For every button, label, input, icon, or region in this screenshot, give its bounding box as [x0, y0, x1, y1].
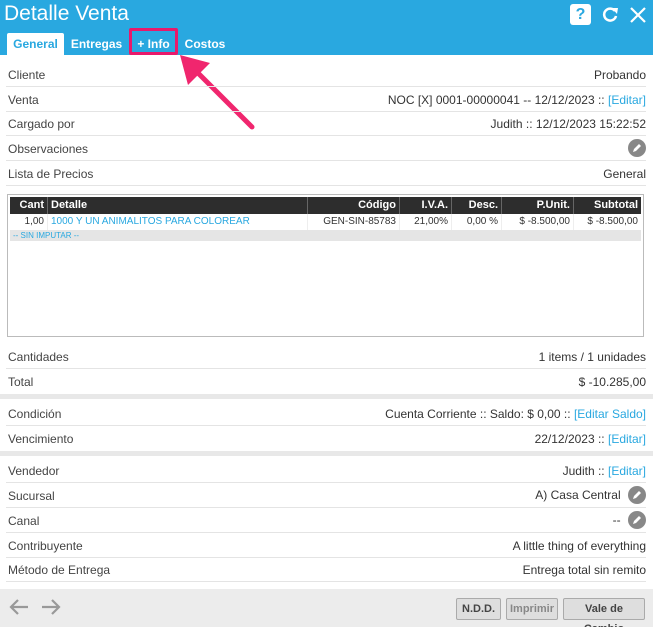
cantidades-value: 1 items / 1 unidades — [538, 350, 646, 364]
metodo-label: Método de Entrega — [8, 563, 111, 577]
observaciones-value — [624, 139, 646, 157]
vencimiento-text: 22/12/2023 :: — [534, 432, 605, 446]
header-desc: Desc. — [452, 197, 502, 214]
row-cargado: Cargado por Judith :: 12/12/2023 15:22:5… — [6, 111, 646, 136]
row-cantidades: Cantidades 1 items / 1 unidades — [6, 344, 646, 369]
contribuyente-label: Contribuyente — [8, 539, 83, 553]
arrow-left-icon[interactable] — [8, 597, 30, 617]
pencil-icon[interactable] — [628, 139, 646, 157]
row-condicion: Condición Cuenta Corriente :: Saldo: $ 0… — [6, 401, 646, 426]
condicion-value: Cuenta Corriente :: Saldo: $ 0,00 :: [Ed… — [385, 407, 646, 421]
header-cant: Cant — [10, 197, 48, 214]
items-table: Cant Detalle Código I.V.A. Desc. P.Unit.… — [7, 194, 644, 337]
venta-value: NOC [X] 0001-00000041 -- 12/12/2023 :: [… — [388, 93, 646, 107]
total-label: Total — [8, 375, 34, 389]
row-total: Total $ -10.285,00 — [6, 369, 646, 394]
observaciones-label: Observaciones — [8, 142, 89, 156]
header-punit: P.Unit. — [502, 197, 574, 214]
tab-entregas[interactable]: Entregas — [68, 33, 125, 55]
pencil-icon[interactable] — [628, 511, 646, 529]
editar-saldo-link[interactable]: [Editar Saldo] — [574, 407, 646, 421]
metodo-value: Entrega total sin remito — [522, 563, 646, 577]
close-icon[interactable] — [627, 4, 648, 25]
canal-value: -- — [613, 511, 646, 529]
row-venta: Venta NOC [X] 0001-00000041 -- 12/12/202… — [6, 87, 646, 112]
pencil-icon[interactable] — [628, 486, 646, 504]
header-iva: I.V.A. — [400, 197, 452, 214]
tab-general[interactable]: General — [7, 33, 64, 55]
row-vendedor: Vendedor Judith :: [Editar] — [6, 458, 646, 483]
tab-bar: General Entregas + Info Costos — [0, 30, 653, 55]
vendedor-text: Judith :: — [562, 464, 605, 478]
cargado-value: Judith :: 12/12/2023 15:22:52 — [490, 117, 646, 131]
venta-edit-link[interactable]: [Editar] — [608, 93, 646, 107]
header-codigo: Código — [308, 197, 400, 214]
footer-bar: N.D.D. Imprimir Vale de Cambio — [0, 589, 653, 627]
lista-value: General — [603, 167, 646, 181]
venta-label: Venta — [8, 93, 39, 107]
cliente-link[interactable]: Probando — [594, 68, 646, 82]
vencimiento-label: Vencimiento — [8, 432, 74, 446]
help-icon[interactable]: ? — [570, 4, 591, 25]
row-lista: Lista de Precios General — [6, 161, 646, 186]
cell-punit: $ -8.500,00 — [502, 214, 574, 230]
tab-costos[interactable]: Costos — [180, 33, 230, 55]
sucursal-text: A) Casa Central — [535, 488, 621, 502]
vendedor-edit-link[interactable]: [Editar] — [608, 464, 646, 478]
window-titlebar: Detalle Venta ? — [0, 0, 653, 30]
vencimiento-value: 22/12/2023 :: [Editar] — [535, 432, 646, 446]
imprimir-button[interactable]: Imprimir — [506, 598, 558, 620]
vendedor-label: Vendedor — [8, 464, 60, 478]
arrow-right-icon[interactable] — [40, 597, 62, 617]
row-cliente: Cliente Probando — [6, 62, 646, 87]
tab-info-highlight — [129, 28, 178, 55]
cell-detalle[interactable]: 1000 Y UN ANIMALITOS PARA COLOREAR — [48, 214, 308, 230]
table-header: Cant Detalle Código I.V.A. Desc. P.Unit.… — [10, 197, 641, 214]
cliente-label: Cliente — [8, 68, 46, 82]
header-subtotal: Subtotal — [594, 199, 638, 211]
canal-label: Canal — [8, 514, 40, 528]
row-metodo: Método de Entrega Entrega total sin remi… — [6, 557, 646, 582]
section-divider — [0, 394, 653, 399]
cargado-label: Cargado por — [8, 117, 75, 131]
ndd-button[interactable]: N.D.D. — [456, 598, 501, 620]
vendedor-value: Judith :: [Editar] — [563, 464, 646, 478]
section-divider — [0, 451, 653, 456]
vale-cambio-button[interactable]: Vale de Cambio — [563, 598, 645, 627]
condicion-label: Condición — [8, 407, 62, 421]
sucursal-label: Sucursal — [8, 489, 55, 503]
total-value: $ -10.285,00 — [578, 375, 646, 389]
row-vencimiento: Vencimiento 22/12/2023 :: [Editar] — [6, 426, 646, 451]
cell-desc: 0,00 % — [452, 214, 502, 230]
sin-imputar-row: -- SIN IMPUTAR -- — [10, 230, 641, 241]
condicion-text: Cuenta Corriente :: Saldo: $ 0,00 :: — [385, 407, 571, 421]
row-contribuyente: Contribuyente A little thing of everythi… — [6, 533, 646, 558]
cell-cant: 1,00 — [10, 214, 48, 230]
contribuyente-value: A little thing of everything — [512, 539, 646, 553]
vencimiento-edit-link[interactable]: [Editar] — [608, 432, 646, 446]
table-row[interactable]: 1,00 1000 Y UN ANIMALITOS PARA COLOREAR … — [10, 214, 641, 230]
cell-subtotal: $ -8.500,00 — [587, 216, 638, 227]
cantidades-label: Cantidades — [8, 350, 69, 364]
row-sucursal: Sucursal A) Casa Central — [6, 483, 646, 508]
sucursal-value: A) Casa Central — [535, 486, 646, 504]
venta-text: NOC [X] 0001-00000041 -- 12/12/2023 :: — [387, 93, 605, 107]
window-title: Detalle Venta — [4, 2, 129, 25]
refresh-icon[interactable] — [599, 4, 620, 25]
header-detalle: Detalle — [48, 197, 308, 214]
lista-label: Lista de Precios — [8, 167, 94, 181]
canal-text: -- — [612, 513, 621, 527]
row-observaciones: Observaciones — [6, 136, 646, 161]
row-canal: Canal -- — [6, 508, 646, 533]
cell-iva: 21,00% — [400, 214, 452, 230]
cell-codigo: GEN-SIN-85783 — [308, 214, 400, 230]
